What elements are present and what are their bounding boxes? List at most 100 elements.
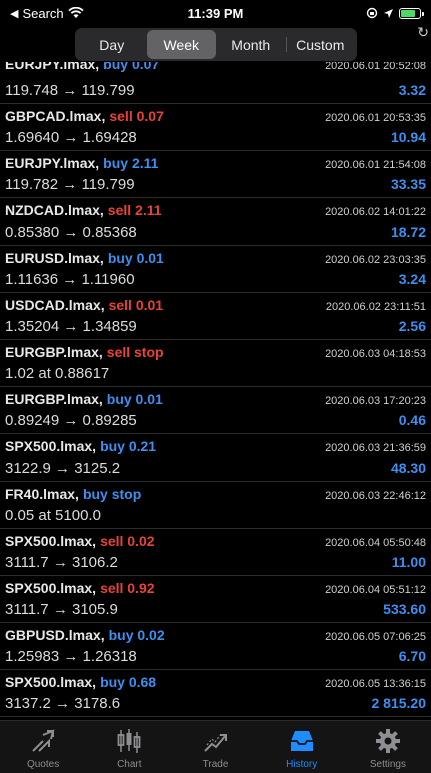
location-icon xyxy=(384,8,393,18)
deal-side: buy 0.21 xyxy=(100,438,157,455)
deal-row[interactable]: EURJPY.lmax, buy 0.07 2020.06.01 20:52:08 1… xyxy=(0,62,431,104)
deal-profit: 2 815.20 xyxy=(371,695,427,712)
deal-profit: 10.94 xyxy=(390,129,426,146)
deal-row[interactable]: FR40.lmax, buy stop 2020.06.03 22:46:12 0.0… xyxy=(0,482,431,529)
deal-prices: 1.25983 → 1.26318 xyxy=(5,648,137,666)
deal-side: sell 0.07 xyxy=(109,108,164,124)
tab-history-label: History xyxy=(286,759,318,770)
deal-profit: 533.60 xyxy=(383,601,426,618)
deal-prices: 0.89249 → 0.89285 xyxy=(5,412,137,430)
deal-row[interactable]: SPX500.lmax, sell 0.92 2020.06.04 05:51:12… xyxy=(0,576,431,624)
deal-side: buy 0.02 xyxy=(108,627,165,644)
deal-side: sell 0.92 xyxy=(100,579,155,596)
deal-symbol: SPX500.lmax, xyxy=(5,579,97,596)
deal-symbol: EURJPY.lmax, xyxy=(5,62,100,72)
deal-prices: 1.35204 → 1.34859 xyxy=(5,317,137,335)
deal-side: sell 0.01 xyxy=(108,296,164,313)
deal-symbol: NZDCAD.lmax, xyxy=(5,202,104,219)
deal-time: 2020.06.01 20:52:08 xyxy=(325,62,426,72)
tab-chart-label: Chart xyxy=(117,759,142,770)
deal-prices: 1.69640 → 1.69428 xyxy=(5,129,137,147)
deal-symbol: FR40.lmax, xyxy=(5,485,79,502)
tab-custom[interactable]: Custom xyxy=(285,30,356,59)
refresh-icon[interactable]: ↻ xyxy=(417,24,429,41)
deal-title: GBPUSD.lmax, buy 0.02 xyxy=(5,627,165,645)
deal-row[interactable]: USDCAD.lmax, sell 0.01 2020.06.02 23:11:51… xyxy=(0,293,431,340)
deal-row[interactable]: NZDCAD.lmax, sell 2.11 2020.06.02 14:01:22… xyxy=(0,198,431,246)
deal-row[interactable]: SPX500.lmax, sell 0.02 2020.06.04 05:50:48… xyxy=(0,529,431,576)
deal-symbol: SPX500.lmax, xyxy=(5,674,97,691)
deal-title: SPX500.lmax, buy 0.68 xyxy=(5,674,156,692)
deal-profit: 33.35 xyxy=(390,176,426,193)
battery-icon xyxy=(399,7,424,19)
deal-profit: 48.30 xyxy=(390,459,426,476)
deal-prices: 0.85380 → 0.85368 xyxy=(5,223,137,241)
deal-time: 2020.06.05 07:06:25 xyxy=(325,631,426,644)
deal-row[interactable]: EURGBP.lmax, buy 0.01 2020.06.03 17:20:23 0… xyxy=(0,387,431,435)
tab-quotes-label: Quotes xyxy=(26,759,60,770)
deal-symbol: SPX500.lmax, xyxy=(5,438,97,455)
deal-time: 2020.06.03 21:36:59 xyxy=(325,442,426,455)
tab-day[interactable]: Day xyxy=(77,30,147,59)
period-selector: Day Week Month Custom xyxy=(75,28,357,61)
deal-side: buy 0.68 xyxy=(100,674,157,691)
deal-symbol: GBPCAD.lmax, xyxy=(5,108,106,124)
tab-month[interactable]: Month xyxy=(216,30,286,59)
deal-time: 2020.06.03 04:18:53 xyxy=(325,347,426,360)
tab-chart[interactable]: Chart xyxy=(86,721,172,773)
deal-profit: 3.32 xyxy=(398,82,426,98)
deal-symbol: GBPUSD.lmax, xyxy=(5,627,105,644)
deal-profit: 11.00 xyxy=(391,553,426,570)
deal-side: buy 0.01 xyxy=(107,249,164,266)
deal-title: SPX500.lmax, sell 0.92 xyxy=(5,580,155,598)
deal-symbol: EURJPY.lmax, xyxy=(5,155,100,172)
deal-side: sell stop xyxy=(106,343,164,360)
deal-symbol: USDCAD.lmax, xyxy=(5,296,105,313)
deal-title: NZDCAD.lmax, sell 2.11 xyxy=(5,202,162,220)
deal-row[interactable]: GBPCAD.lmax, sell 0.07 2020.06.01 20:53:35… xyxy=(0,104,431,152)
tab-history[interactable]: History xyxy=(259,721,345,773)
deal-row[interactable]: SPX500.lmax, buy 0.68 2020.06.05 13:36:15 3… xyxy=(0,670,431,718)
deal-profit: 3.24 xyxy=(398,270,426,287)
quotes-icon xyxy=(32,729,55,752)
back-to-search[interactable]: ◀ Search xyxy=(10,6,150,21)
trade-icon xyxy=(203,732,227,752)
deal-side: sell 0.02 xyxy=(100,532,155,549)
deal-symbol: EURGBP.lmax, xyxy=(5,391,103,408)
deal-time: 2020.06.04 05:50:48 xyxy=(325,536,426,549)
deal-time: 2020.06.05 13:36:15 xyxy=(325,678,426,691)
deal-title: EURJPY.lmax, buy 0.07 xyxy=(5,62,159,74)
tab-week[interactable]: Week xyxy=(146,30,216,59)
tab-settings[interactable]: Settings xyxy=(345,721,431,773)
deal-prices: 3111.7 → 3106.2 xyxy=(5,553,118,571)
deal-prices: 3137.2 → 3178.6 xyxy=(5,695,121,713)
wifi-icon xyxy=(68,7,84,18)
deal-side: buy 2.11 xyxy=(103,155,159,172)
deal-prices: 1.11636 → 1.11960 xyxy=(5,270,135,288)
deal-time: 2020.06.02 23:11:51 xyxy=(325,300,426,313)
deal-row[interactable]: EURGBP.lmax, sell stop 2020.06.03 04:18:53… xyxy=(0,340,431,388)
deal-title: EURUSD.lmax, buy 0.01 xyxy=(5,250,164,268)
deal-title: GBPCAD.lmax, sell 0.07 xyxy=(5,108,164,126)
deal-symbol: EURGBP.lmax, xyxy=(5,343,103,360)
deal-row[interactable]: EURUSD.lmax, buy 0.01 2020.06.02 23:03:35 1… xyxy=(0,246,431,293)
deal-time: 2020.06.02 14:01:22 xyxy=(325,206,426,219)
deal-prices: 119.782 → 119.799 xyxy=(5,176,135,194)
tab-trade-label: Trade xyxy=(202,759,229,770)
deal-prices: 3111.7 → 3105.9 xyxy=(5,601,118,619)
deal-time: 2020.06.02 23:03:35 xyxy=(325,253,426,266)
tab-quotes[interactable]: Quotes xyxy=(0,721,86,773)
deal-profit: 0.46 xyxy=(398,412,426,429)
back-label: Search xyxy=(22,5,64,21)
deal-symbol: EURUSD.lmax, xyxy=(5,249,104,266)
deal-time: 2020.06.03 22:46:12 xyxy=(325,489,426,502)
tab-settings-label: Settings xyxy=(369,759,406,770)
deal-title: FR40.lmax, buy stop xyxy=(5,486,141,504)
deal-prices: 0.05 at 5100.0 xyxy=(5,506,101,524)
deal-row[interactable]: SPX500.lmax, buy 0.21 2020.06.03 21:36:59 3… xyxy=(0,434,431,482)
deal-row[interactable]: GBPUSD.lmax, buy 0.02 2020.06.05 07:06:25 1… xyxy=(0,623,431,671)
deal-row[interactable]: EURJPY.lmax, buy 2.11 2020.06.01 21:54:08 1… xyxy=(0,151,431,199)
history-icon xyxy=(290,731,313,751)
tab-trade[interactable]: Trade xyxy=(172,721,258,773)
deal-time: 2020.06.01 20:53:35 xyxy=(325,112,426,124)
